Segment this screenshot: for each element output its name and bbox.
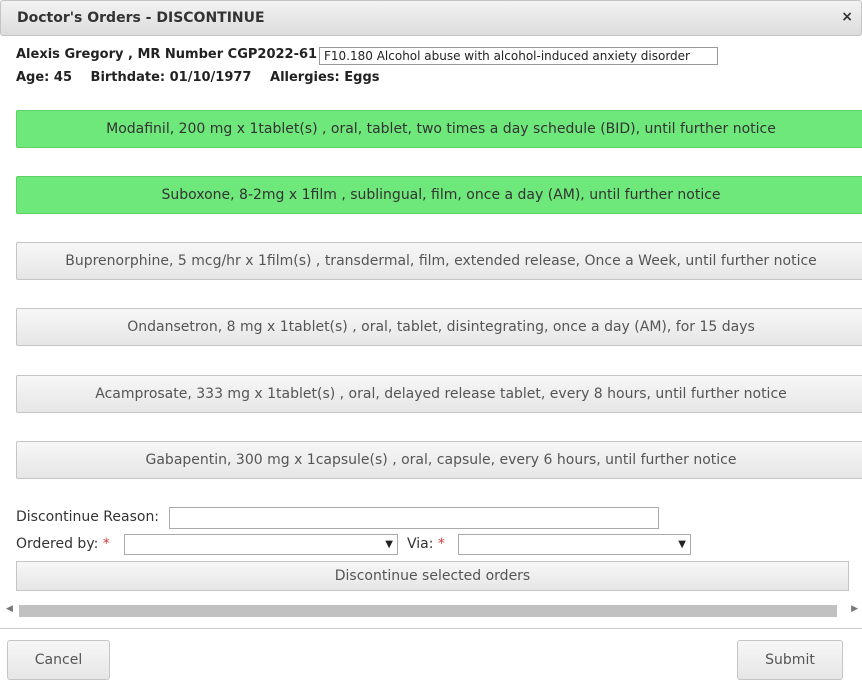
diagnosis-field: F10.180 Alcohol abuse with alcohol-induc…	[319, 47, 718, 65]
cancel-button[interactable]: Cancel	[7, 640, 110, 680]
ordered-by-select[interactable]: ▼	[124, 534, 398, 555]
via-label: Via: *	[407, 536, 445, 552]
via-select[interactable]: ▼	[458, 534, 691, 555]
patient-age: Age: 45	[16, 70, 72, 85]
discontinue-selected-button[interactable]: Discontinue selected orders	[16, 561, 849, 591]
scrollbar-thumb[interactable]	[19, 605, 837, 617]
required-marker: *	[437, 536, 445, 552]
chevron-down-icon: ▼	[385, 539, 393, 550]
patient-name-mr: Alexis Gregory , MR Number CGP2022-61	[16, 47, 318, 62]
scroll-right-icon[interactable]: ▶	[851, 604, 858, 614]
close-icon[interactable]: ×	[841, 9, 853, 25]
scroll-left-icon[interactable]: ◀	[6, 604, 13, 614]
horizontal-scrollbar[interactable]: ◀ ▶	[4, 603, 860, 619]
ordered-by-label: Ordered by: *	[16, 536, 110, 552]
discontinue-reason-input[interactable]	[169, 507, 659, 529]
order-item-gabapentin[interactable]: Gabapentin, 300 mg x 1capsule(s) , oral,…	[16, 441, 862, 479]
dialog-titlebar: Doctor's Orders - DISCONTINUE ×	[0, 0, 862, 36]
ordered-by-label-text: Ordered by:	[16, 536, 99, 552]
order-item-modafinil[interactable]: Modafinil, 200 mg x 1tablet(s) , oral, t…	[16, 110, 862, 148]
via-label-text: Via:	[407, 536, 434, 552]
patient-allergies: Allergies: Eggs	[270, 70, 380, 85]
order-item-buprenorphine[interactable]: Buprenorphine, 5 mcg/hr x 1film(s) , tra…	[16, 242, 862, 280]
dialog-title: Doctor's Orders - DISCONTINUE	[17, 10, 265, 26]
order-item-acamprosate[interactable]: Acamprosate, 333 mg x 1tablet(s) , oral,…	[16, 375, 862, 413]
footer-divider	[0, 628, 862, 629]
patient-birthdate: Birthdate: 01/10/1977	[90, 70, 252, 85]
patient-details: Age: 45 Birthdate: 01/10/1977 Allergies:…	[16, 70, 394, 85]
required-marker: *	[102, 536, 110, 552]
submit-button[interactable]: Submit	[737, 640, 843, 680]
order-item-ondansetron[interactable]: Ondansetron, 8 mg x 1tablet(s) , oral, t…	[16, 308, 862, 346]
order-item-suboxone[interactable]: Suboxone, 8-2mg x 1film , sublingual, fi…	[16, 176, 862, 214]
chevron-down-icon: ▼	[678, 539, 686, 550]
discontinue-reason-label: Discontinue Reason:	[16, 509, 160, 525]
